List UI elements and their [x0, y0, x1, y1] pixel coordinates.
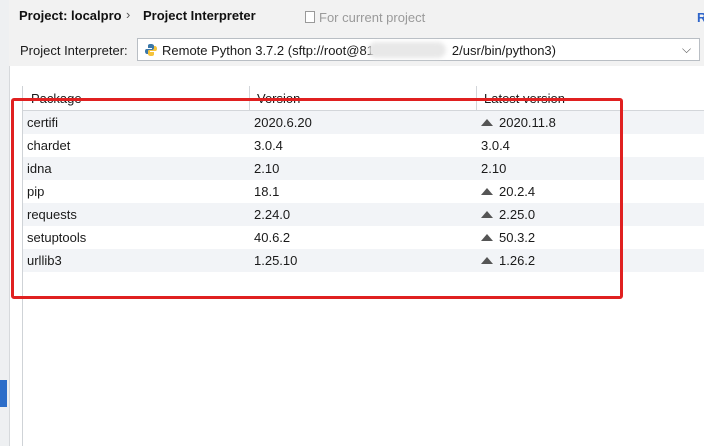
redacted-address	[368, 42, 446, 58]
left-settings-panel	[0, 0, 10, 446]
breadcrumb-project: Project: localpro	[19, 8, 122, 23]
interpreter-label: Project Interpreter:	[20, 43, 128, 58]
breadcrumb-page: Project Interpreter	[143, 8, 256, 23]
scope-indicator: For current project	[305, 10, 425, 25]
reset-link[interactable]: R	[697, 10, 704, 25]
scope-label: For current project	[319, 10, 426, 25]
breadcrumb-separator: ›	[126, 7, 131, 22]
python-icon	[145, 44, 157, 56]
selected-nav-marker	[0, 380, 7, 407]
interpreter-dropdown[interactable]: Remote Python 3.7.2 (sftp://root@81 2/usr…	[137, 38, 700, 61]
interpreter-row: Project Interpreter: Remote Python 3.7.2…	[9, 34, 704, 66]
settings-header: Project: localpro › Project Interpreter …	[9, 0, 704, 34]
interpreter-value: Remote Python 3.7.2 (sftp://root@81 2/usr…	[162, 43, 556, 58]
red-highlight-box	[11, 98, 623, 299]
scope-icon	[305, 11, 315, 23]
chevron-down-icon: ⌵	[682, 42, 692, 56]
